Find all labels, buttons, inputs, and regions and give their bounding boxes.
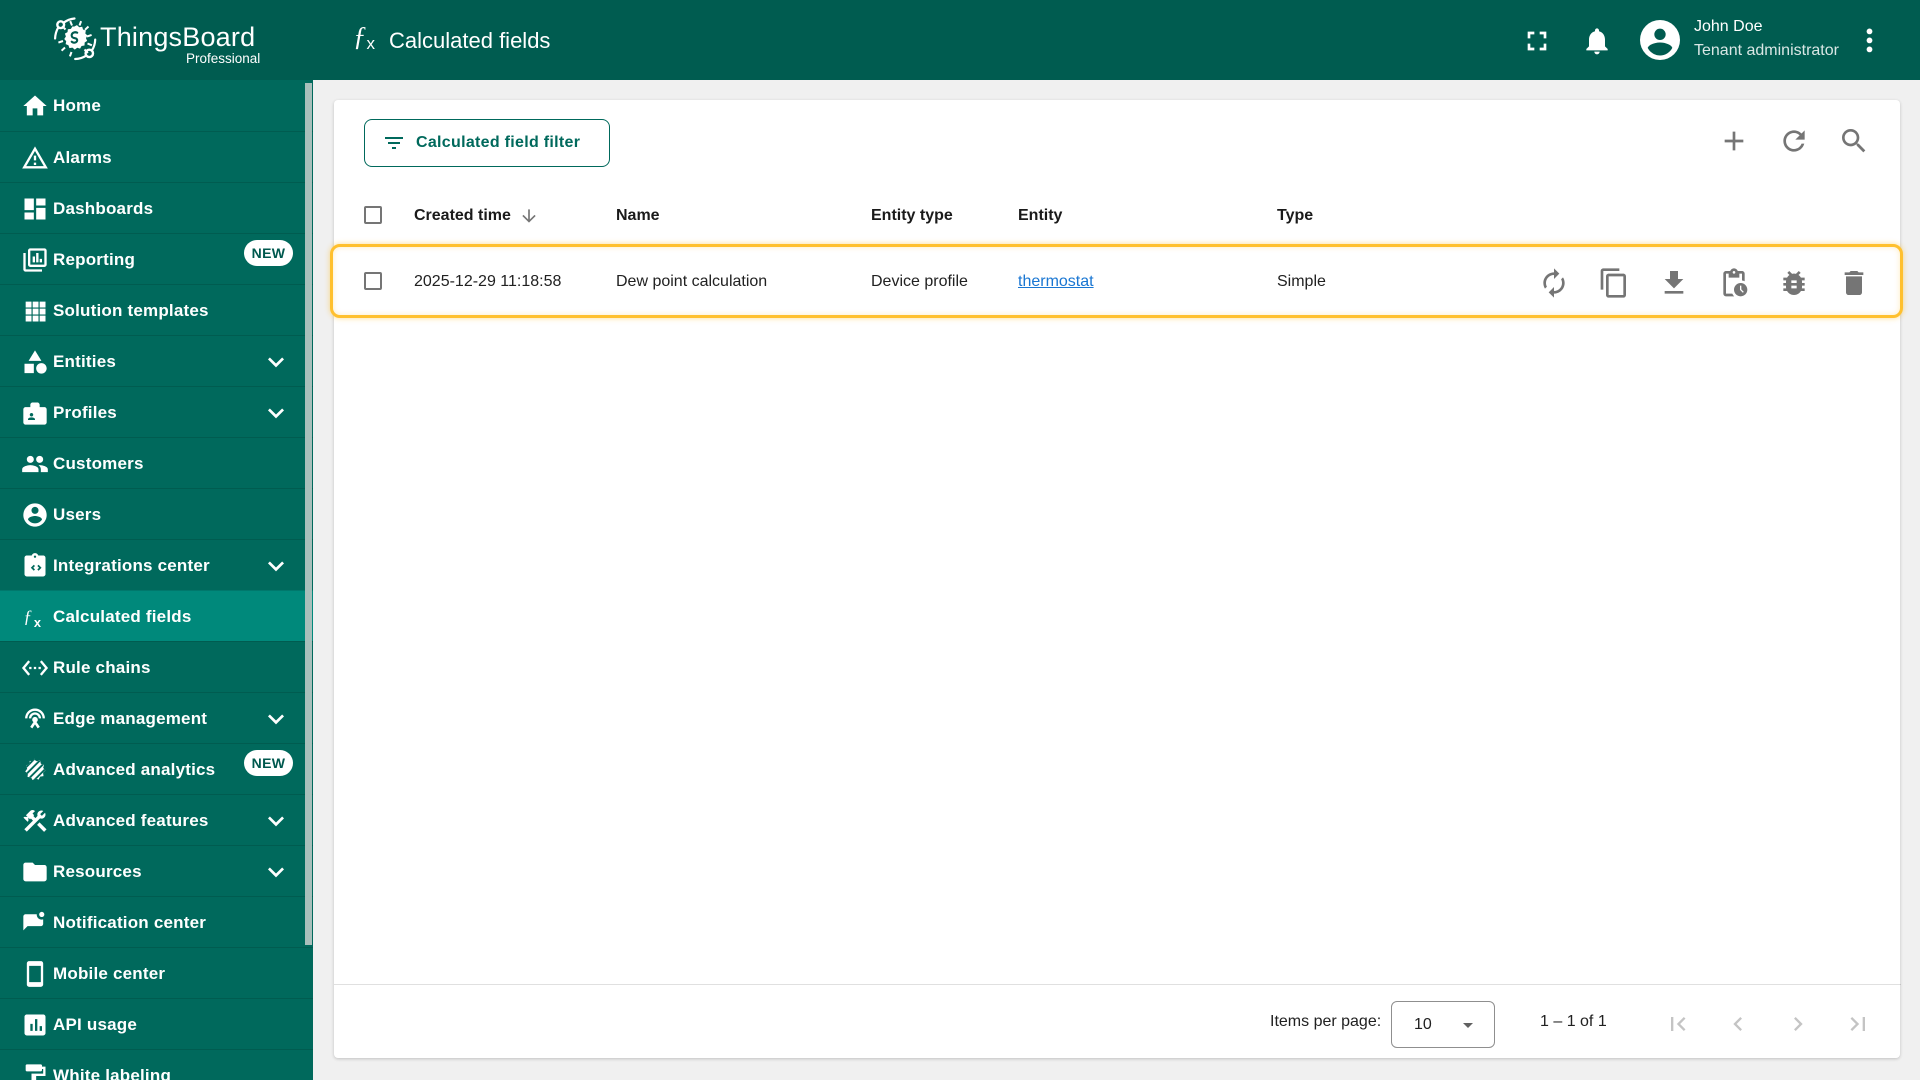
svg-text:x: x bbox=[34, 614, 42, 629]
svg-text:ƒ: ƒ bbox=[23, 606, 32, 626]
